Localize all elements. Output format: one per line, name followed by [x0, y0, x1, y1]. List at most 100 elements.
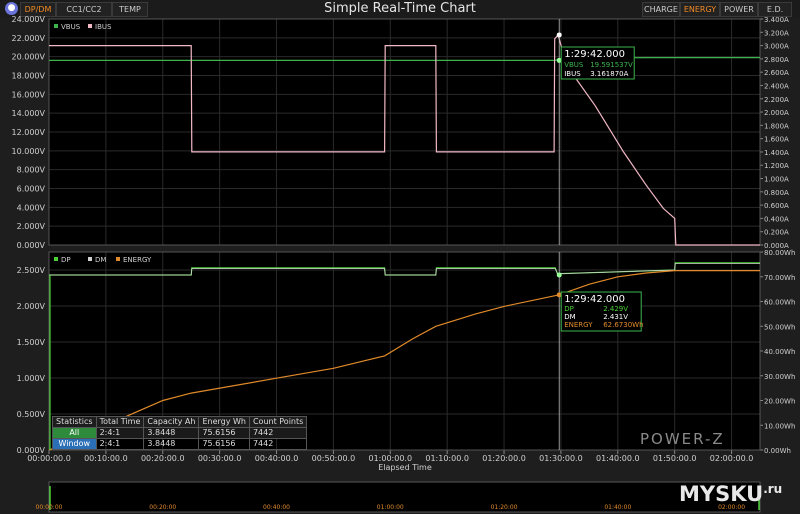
top-left-tick-label: 12.000V [12, 128, 46, 137]
top-right-tick-label: 0.600A [764, 202, 789, 210]
bottom-cursor-marker-dp [556, 272, 562, 278]
bottom-right-tick-label: 80.00Wh [764, 249, 795, 257]
top-right-tick-label: 2.600A [764, 69, 789, 77]
capacity-cell: 3.8448 [143, 427, 200, 439]
top-right-tick-label: 1.800A [764, 122, 789, 130]
site-suffix: .ru [763, 482, 783, 496]
x-tick-label: 00:10:00.0 [84, 454, 128, 463]
top-right-tick-label: 1.200A [764, 162, 789, 170]
statistics-header-row: Statistics Total Time Capacity Ah Energy… [52, 416, 308, 428]
statistics-header: Statistics [52, 416, 97, 428]
x-tick-label: 01:40:00.0 [596, 454, 640, 463]
top-left-tick-label: 14.000V [12, 109, 46, 118]
top-left-tick-label: 22.000V [12, 34, 46, 43]
top-right-tick-label: 2.400A [764, 82, 789, 90]
x-tick-label: 01:20:00.0 [482, 454, 526, 463]
tooltip-ibus-label: IBUS [564, 70, 581, 78]
x-tick-label: 01:00:00.0 [368, 454, 412, 463]
count-cell: 7442 [248, 438, 308, 450]
bottom-cursor-time: 1:29:42.000 [564, 294, 625, 305]
x-tick-label: 01:30:00.0 [539, 454, 583, 463]
x-tick-label: 00:30:00.0 [198, 454, 242, 463]
top-right-tick-label: 3.400A [764, 16, 789, 24]
statistics-row-name: Window [52, 438, 97, 450]
legend-swatch-dp [54, 257, 58, 261]
top-left-tick-label: 6.000V [17, 185, 46, 194]
top-right-tick-label: 1.400A [764, 149, 789, 157]
statistics-header: Capacity Ah [143, 416, 200, 428]
tooltip-energy-label: ENERGY [564, 321, 593, 329]
bottom-right-tick-label: 60.00Wh [764, 299, 795, 307]
top-right-tick-label: 0.400A [764, 215, 789, 223]
overview-tick-label: 00:40:00 [263, 504, 290, 511]
overview-tick-label: 01:20:00 [491, 504, 518, 511]
x-tick-label: 00:20:00.0 [141, 454, 185, 463]
bottom-left-tick-label: 2.500V [17, 266, 46, 275]
mysku-watermark: MYSKU.ru [679, 482, 782, 506]
x-tick-label: 01:50:00.0 [653, 454, 697, 463]
legend-label-dp: DP [61, 256, 71, 264]
statistics-row-window: Window 2:4:1 3.8448 75.6156 7442 [52, 438, 308, 450]
top-left-tick-label: 20.000V [12, 53, 46, 62]
x-tick-label: 00:40:00.0 [255, 454, 299, 463]
top-left-tick-label: 24.000V [12, 15, 46, 24]
top-right-tick-label: 3.200A [764, 29, 789, 37]
x-tick-label: 01:10:00.0 [425, 454, 469, 463]
top-left-tick-label: 8.000V [17, 166, 46, 175]
site-name: MYSKU [679, 482, 764, 506]
top-right-tick-label: 1.600A [764, 136, 789, 144]
top-right-tick-label: 0.800A [764, 189, 789, 197]
tooltip-dm-label: DM [564, 313, 575, 321]
top-right-tick-label: 2.200A [764, 96, 789, 104]
x-tick-label: 00:00:00.0 [27, 454, 71, 463]
top-right-tick-label: 1.000A [764, 176, 789, 184]
bottom-right-tick-label: 70.00Wh [764, 274, 795, 282]
overview-tick-label: 01:00:00 [377, 504, 404, 511]
statistics-table: Statistics Total Time Capacity Ah Energy… [52, 416, 308, 450]
statistics-row-all: All 2:4:1 3.8448 75.6156 7442 [52, 427, 308, 439]
top-left-tick-label: 16.000V [12, 90, 46, 99]
bottom-left-tick-label: 1.500V [17, 338, 46, 347]
top-left-tick-label: 0.000V [17, 241, 46, 250]
x-tick-label: 02:00:00.0 [710, 454, 754, 463]
bottom-left-tick-label: 1.000V [17, 374, 46, 383]
top-left-tick-label: 2.000V [17, 222, 46, 231]
legend-label-dm: DM [95, 256, 106, 264]
statistics-row-name: All [52, 427, 97, 439]
top-right-tick-label: 0.200A [764, 229, 789, 237]
tooltip-vbus-label: VBUS [564, 61, 584, 69]
total-time-cell: 2:4:1 [95, 427, 145, 439]
bottom-right-tick-label: 30.00Wh [764, 373, 795, 381]
top-cursor-marker [556, 32, 562, 38]
top-left-tick-label: 4.000V [17, 203, 46, 212]
tooltip-dm-value: 2.431V [603, 313, 628, 321]
bottom-right-tick-label: 20.00Wh [764, 398, 795, 406]
top-left-tick-label: 10.000V [12, 147, 46, 156]
statistics-header: Count Points [248, 416, 308, 428]
tooltip-energy-value: 62.6730Wh [603, 321, 643, 329]
legend-label-vbus: VBUS [61, 23, 81, 31]
bottom-left-tick-label: 0.500V [17, 410, 46, 419]
top-left-tick-label: 18.000V [12, 72, 46, 81]
tooltip-dp-value: 2.429V [603, 305, 628, 313]
statistics-header: Total Time [95, 416, 145, 428]
capacity-cell: 3.8448 [143, 438, 200, 450]
top-cursor-time: 1:29:42.000 [564, 49, 625, 60]
top-right-tick-label: 2.000A [764, 109, 789, 117]
x-axis-label: Elapsed Time [378, 463, 432, 472]
statistics-header: Energy Wh [198, 416, 250, 428]
x-tick-label: 00:50:00.0 [312, 454, 356, 463]
overview-tick-label: 01:40:00 [604, 504, 631, 511]
energy-cell: 75.6156 [198, 438, 250, 450]
bottom-right-tick-label: 50.00Wh [764, 323, 795, 331]
bottom-right-tick-label: 0.00Wh [764, 447, 791, 455]
bottom-right-tick-label: 10.00Wh [764, 422, 795, 430]
bottom-right-tick-label: 40.00Wh [764, 348, 795, 356]
legend-swatch-dm [88, 257, 92, 261]
bottom-left-tick-label: 2.000V [17, 302, 46, 311]
top-right-tick-label: 3.000A [764, 43, 789, 51]
legend-label-ibus: IBUS [95, 23, 112, 31]
legend-swatch-vbus [54, 24, 58, 28]
tooltip-vbus-value: 19.591537V [590, 61, 633, 69]
tooltip-dp-label: DP [564, 305, 574, 313]
